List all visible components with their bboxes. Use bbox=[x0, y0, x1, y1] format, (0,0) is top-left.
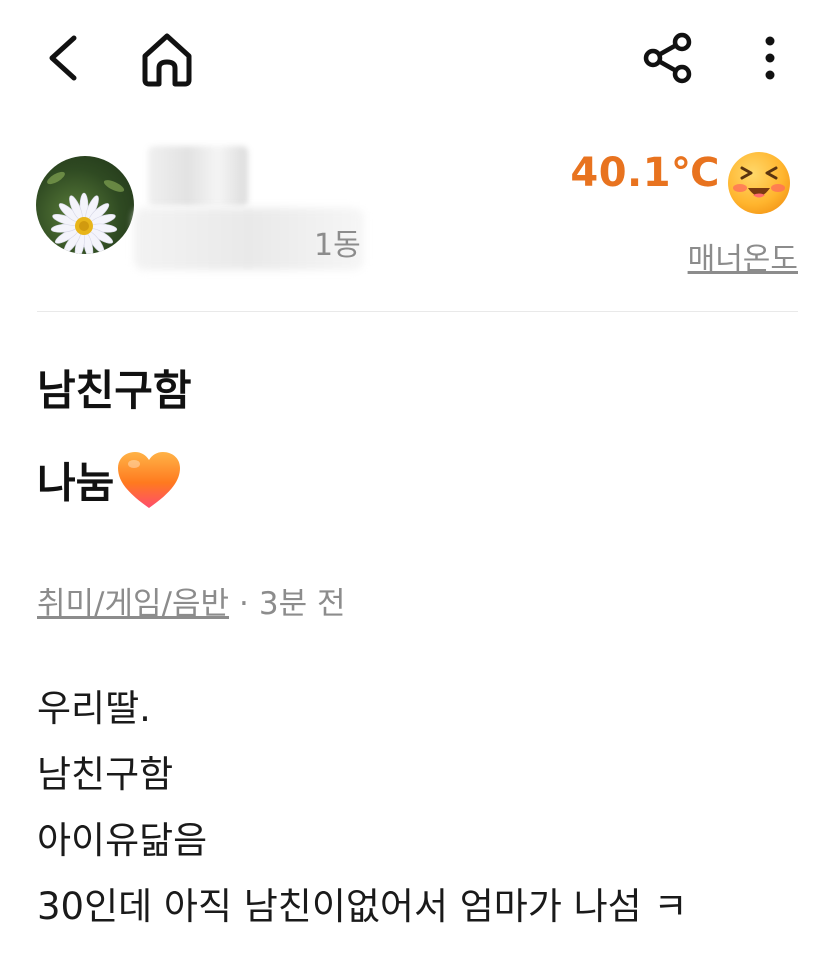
post-body-line: 우리딸. bbox=[37, 687, 151, 730]
posted-time: 3분 전 bbox=[258, 586, 346, 622]
back-button[interactable] bbox=[34, 28, 90, 88]
laughing-face-icon bbox=[728, 152, 790, 214]
post-body-line: 아이유닮음 bbox=[37, 819, 208, 862]
post-meta: 취미/게임/음반 · 3분 전 bbox=[37, 578, 346, 623]
share-button[interactable] bbox=[636, 26, 700, 90]
seller-profile[interactable]: 1동 40.1℃ 매너온도 bbox=[0, 120, 835, 310]
post-title-line-2: 나눔 bbox=[37, 452, 817, 510]
post-body-line: 남친구함 bbox=[37, 753, 174, 796]
orange-heart-icon bbox=[118, 452, 181, 508]
post-body: 우리딸. 남친구함 아이유닮음 30인데 아직 남친이없어서 엄마가 나섬 ㅋ bbox=[37, 676, 817, 940]
post-title: 남친구함 나눔 bbox=[37, 370, 817, 550]
avatar[interactable] bbox=[36, 156, 134, 254]
divider bbox=[37, 311, 798, 312]
more-vertical-icon bbox=[765, 36, 775, 80]
daisy-flower-image bbox=[47, 171, 125, 254]
post-title-text-1: 남친구함 bbox=[37, 366, 192, 415]
category-link[interactable]: 취미/게임/음반 bbox=[37, 586, 229, 622]
post-title-line-1: 남친구함 bbox=[37, 370, 817, 420]
manner-temperature-link[interactable]: 매너온도 bbox=[650, 234, 798, 278]
home-button[interactable] bbox=[132, 26, 202, 92]
more-options-button[interactable] bbox=[748, 26, 792, 90]
meta-separator: · bbox=[239, 586, 249, 622]
region-label: 1동 bbox=[314, 228, 361, 263]
share-icon bbox=[643, 32, 692, 84]
chevron-left-icon bbox=[49, 35, 77, 81]
top-app-bar bbox=[0, 0, 835, 120]
manner-temperature: 40.1℃ bbox=[570, 150, 720, 196]
post-body-line: 30인데 아직 남친이없어서 엄마가 나섬 ㅋ bbox=[37, 885, 688, 928]
home-icon bbox=[142, 33, 192, 87]
username-redacted bbox=[148, 146, 248, 206]
post-title-text-2: 나눔 bbox=[37, 458, 115, 508]
